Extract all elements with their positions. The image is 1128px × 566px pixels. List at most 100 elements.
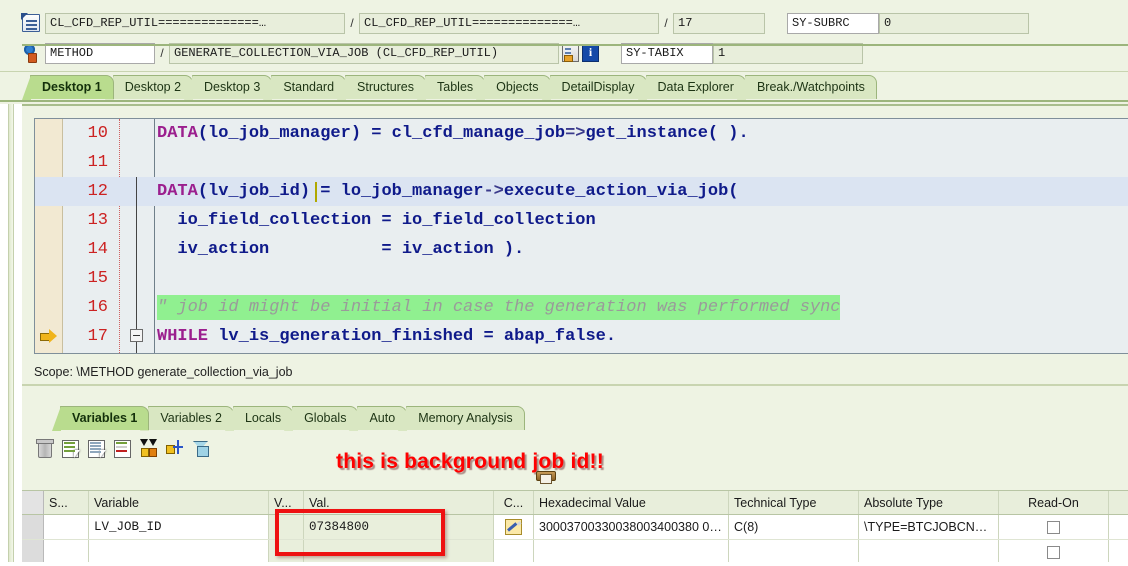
read-only-checkbox[interactable]: [1047, 545, 1060, 559]
column-header-var[interactable]: Variable: [89, 491, 269, 514]
insert-row-icon[interactable]: [60, 438, 80, 458]
code-line[interactable]: 11: [35, 148, 1128, 177]
tab-structures[interactable]: Structures: [337, 75, 427, 100]
current-line-field[interactable]: 17: [673, 12, 765, 34]
table-cell-sel: [44, 540, 89, 564]
line-number: 15: [87, 269, 108, 288]
column-header-c[interactable]: C...: [494, 491, 534, 514]
read-only-checkbox[interactable]: [1047, 520, 1060, 534]
code-line[interactable]: 17 WHILE lv_is_generation_finished = abap…: [35, 322, 1128, 351]
list-icon[interactable]: [562, 44, 579, 62]
table-cell-read: [999, 540, 1109, 564]
table-cell-var: LV_JOB_ID: [89, 515, 269, 539]
source-code-panel: 10 DATA(lo_job_manager) = cl_cfd_manage_j…: [22, 104, 1128, 360]
scope-bar: Scope: \METHOD generate_collection_via_j…: [22, 360, 1128, 384]
table-cell-var: [89, 540, 269, 564]
cell-text: \TYPE=BTCJOBCN…: [864, 520, 988, 534]
program-name-field[interactable]: CL_CFD_REP_UTIL==============…: [45, 12, 345, 34]
vtab-label: Memory Analysis: [418, 411, 513, 425]
variables-tabstrip-underline: [22, 44, 1128, 46]
cell-text: C(8): [734, 520, 759, 534]
tab-label: Structures: [357, 80, 415, 94]
change-display-icon[interactable]: [86, 438, 106, 458]
code-line[interactable]: 15: [35, 264, 1128, 293]
column-header-label: S...: [49, 495, 68, 510]
sy-subrc-label[interactable]: SY-SUBRC: [787, 12, 879, 34]
table-row[interactable]: LV_JOB_ID 07384800 30003700330038003400380…: [22, 515, 1128, 540]
tab-label: Break./Watchpoints: [756, 80, 865, 94]
tab-label: Desktop 3: [204, 80, 261, 94]
code-line[interactable]: 16 " job id might be initial in case the …: [35, 293, 1128, 322]
table-cell-grip: [22, 515, 44, 539]
fold-toggle-icon[interactable]: [130, 329, 143, 342]
remove-row-icon[interactable]: [112, 438, 132, 458]
vtab-variables-1[interactable]: Variables 1: [51, 406, 150, 431]
code-line[interactable]: 14 iv_action = iv_action ).: [35, 235, 1128, 264]
value-highlight-box: [275, 509, 445, 556]
code-text: " job id might be initial in case the ge…: [157, 298, 841, 317]
tab-label: DetailDisplay: [561, 80, 635, 94]
table-header-row: S... Variable V... Val. C... Hexadecimal Valu…: [22, 490, 1128, 515]
column-header-sel[interactable]: S...: [44, 491, 89, 514]
tabstrip-underline: [0, 100, 1128, 102]
tab-detaildisplay[interactable]: DetailDisplay: [541, 75, 647, 100]
program-icon: [21, 13, 40, 32]
vtab-label: Variables 2: [160, 411, 222, 425]
tab-standard[interactable]: Standard: [263, 75, 347, 100]
table-cell-sel: [44, 515, 89, 539]
table-cell-c: [494, 515, 534, 539]
column-header-label: Technical Type: [734, 495, 817, 510]
vtab-memory-analysis[interactable]: Memory Analysis: [398, 406, 525, 431]
sap-debugger-window: CL_CFD_REP_UTIL==============… / CL_CFD_…: [0, 0, 1128, 566]
include-name-field[interactable]: CL_CFD_REP_UTIL==============…: [359, 12, 659, 34]
code-text: DATA(lo_job_manager) = cl_cfd_manage_job…: [157, 124, 749, 143]
tab-break-watchpoints[interactable]: Break./Watchpoints: [736, 75, 877, 100]
tab-desktop-2[interactable]: Desktop 2: [104, 75, 194, 100]
sy-subrc-value: 0: [879, 12, 1029, 34]
window-left-accent: [8, 104, 14, 566]
table-cell-abs: [859, 540, 999, 564]
vtab-label: Globals: [304, 411, 347, 425]
tab-label: Objects: [496, 80, 539, 94]
code-line[interactable]: 12 DATA(lv_job_id) = lo_job_manager->exec…: [35, 177, 1128, 206]
info-icon[interactable]: [582, 44, 599, 62]
separator: /: [160, 46, 164, 60]
vtab-label: Variables 1: [72, 411, 138, 425]
filter-icon[interactable]: [190, 438, 210, 458]
tab-label: Data Explorer: [657, 80, 734, 94]
scope-label: Scope: \METHOD generate_collection_via_j…: [34, 365, 293, 379]
source-code-editor[interactable]: 10 DATA(lo_job_manager) = cl_cfd_manage_j…: [34, 118, 1128, 354]
column-header-grip[interactable]: [22, 491, 44, 514]
method-icon: [22, 44, 40, 63]
column-header-tech[interactable]: Technical Type: [729, 491, 859, 514]
table-cell-c: [494, 540, 534, 564]
separator: /: [664, 16, 668, 30]
code-text: iv_action = iv_action ).: [157, 240, 525, 259]
vtab-label: Auto: [369, 411, 396, 425]
tab-desktop-3[interactable]: Desktop 3: [184, 75, 273, 100]
delete-icon[interactable]: [34, 438, 54, 458]
code-line[interactable]: 10 DATA(lo_job_manager) = cl_cfd_manage_j…: [35, 119, 1128, 148]
code-line[interactable]: 13 io_field_collection = io_field_collec…: [35, 206, 1128, 235]
move-icon[interactable]: [164, 438, 184, 458]
vtab-label: Locals: [244, 411, 282, 425]
column-header-label: Val.: [309, 495, 330, 510]
table-cell-abs: \TYPE=BTCJOBCN…: [859, 515, 999, 539]
table-cell-hex: [534, 540, 729, 564]
line-number: 17: [87, 327, 108, 346]
tab-desktop-1[interactable]: Desktop 1: [22, 75, 114, 100]
line-number: 13: [87, 211, 108, 230]
column-header-hex[interactable]: Hexadecimal Value: [534, 491, 729, 514]
table-cell-grip: [22, 540, 44, 564]
line-number: 12: [87, 182, 108, 201]
column-header-abs[interactable]: Absolute Type: [859, 491, 999, 514]
column-header-read[interactable]: Read-On: [999, 491, 1109, 514]
pencil-icon[interactable]: [505, 519, 522, 535]
vtab-variables-2[interactable]: Variables 2: [140, 406, 234, 431]
debugger-header: CL_CFD_REP_UTIL==============… / CL_CFD_…: [0, 0, 1128, 72]
line-number: 14: [87, 240, 108, 259]
collapse-all-icon[interactable]: [138, 438, 158, 458]
tab-data-explorer[interactable]: Data Explorer: [637, 75, 746, 100]
